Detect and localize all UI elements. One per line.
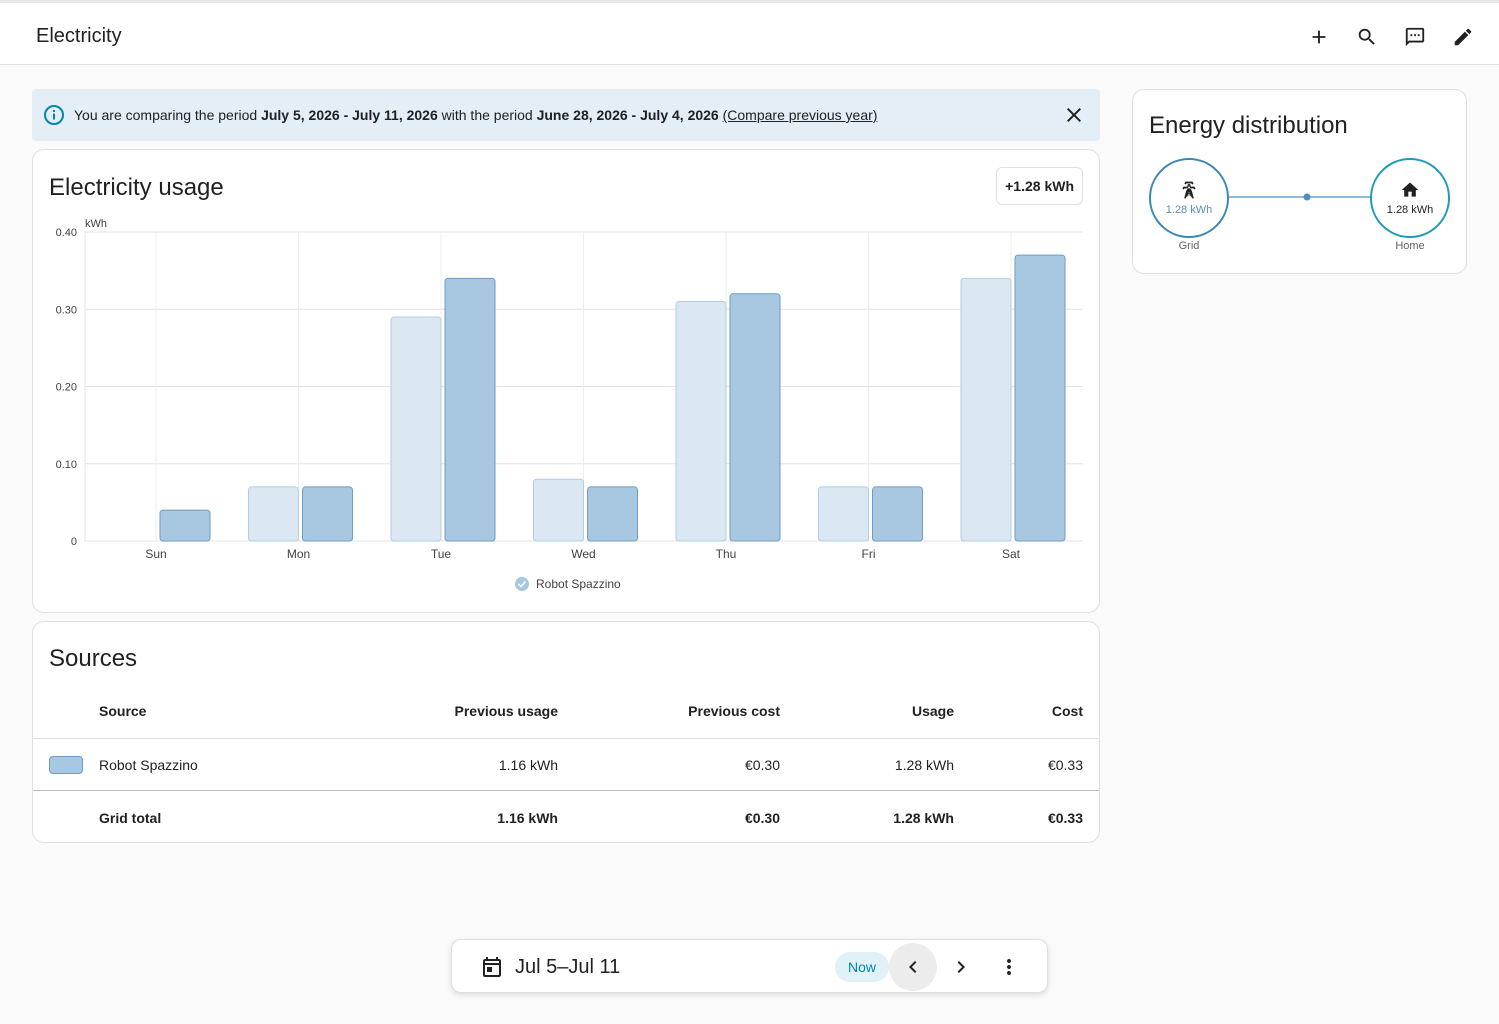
x-tick-label: Fri [862,547,876,561]
alert-prefix: You are comparing the period [74,107,262,123]
dots-vertical-icon [1007,959,1011,975]
chevron-right-icon [957,961,965,973]
x-tick-label: Sat [1002,547,1021,561]
home-value: 1.28 kWh [1386,204,1434,216]
col-source: Source [99,703,147,719]
y-tick-label: 0.10 [56,459,77,471]
bar-current [159,509,211,542]
grid-node[interactable]: 1.28 kWh [1149,158,1229,238]
search-icon [1358,28,1375,45]
more-options-button[interactable] [985,943,1033,991]
sources-title: Sources [49,645,138,672]
usage: 1.28 kWh [894,757,954,773]
plus-icon [1312,30,1326,44]
energy-distribution-card: Energy distribution 1.28 kWh Grid 1.28 k… [1132,89,1467,274]
alert-middle: with the period [437,107,537,123]
bar-previous [533,478,584,542]
pencil-icon [1454,28,1472,46]
y-axis-unit-label: kWh [85,218,107,230]
compare-previous-year-link[interactable]: (Compare previous year) [723,107,878,123]
usage-bar-chart: 0 0.10 0.20 0.30 0.40 kWh Sun Mon Tue Wed Thu Fri Sa… [56,218,1083,591]
col-usage: Usage [911,703,954,719]
now-button[interactable]: Now [835,952,889,982]
table-total-row: Grid total 1.16 kWh €0.30 1.28 kWh €0.33 [33,790,1099,842]
comment-icon [1405,27,1425,47]
grid-label: Grid [1178,240,1200,252]
date-picker-bar: Jul 5–Jul 11 Now [451,939,1048,993]
bar-previous [248,486,299,542]
bar-previous [675,301,727,542]
table-row: Robot Spazzino 1.16 kWh €0.30 1.28 kWh €… [33,738,1099,790]
assist-button[interactable] [1398,20,1432,54]
transmission-tower-icon [1182,181,1196,199]
total-usage: 1.28 kWh [893,810,954,826]
legend-check-icon [515,577,529,591]
close-icon[interactable] [1062,103,1086,127]
bar-previous [818,486,869,542]
search-button[interactable] [1350,20,1384,54]
total-previous-usage: 1.16 kWh [497,810,558,826]
home-node[interactable]: 1.28 kWh [1370,158,1450,238]
x-tick-label: Mon [287,547,310,561]
col-cost: Cost [1051,703,1083,719]
y-tick-label: 0 [71,536,77,548]
bar-current [1014,254,1066,542]
previous-period-button[interactable] [889,943,937,991]
top-app-bar: Electricity [0,0,1499,65]
x-tick-label: Tue [431,547,452,561]
sources-card: Sources Source Previous usage Previous c… [32,621,1100,843]
bar-current [302,486,353,542]
legend-label: Robot Spazzino [536,577,621,591]
electricity-usage-card: Electricity usage +1.28 kWh 0 0.10 0.20 0.3… [32,149,1100,613]
add-button[interactable] [1302,20,1336,54]
col-previous-usage: Previous usage [454,703,559,719]
previous-cost: €0.30 [744,757,780,773]
flow-dot [1303,193,1311,201]
calendar-icon[interactable] [480,955,504,979]
y-tick-label: 0.40 [56,227,77,239]
page-title: Electricity [36,25,122,47]
bar-current [444,277,496,542]
bar-current [872,486,923,542]
home-icon [1401,182,1419,197]
y-tick-label: 0.20 [56,382,77,394]
alert-period: July 5, 2026 - July 11, 2026 [261,107,438,123]
total-label: Grid total [99,810,162,826]
alert-compare-period: June 28, 2026 - July 4, 2026 [536,107,719,123]
total-previous-cost: €0.30 [744,810,780,826]
x-tick-label: Sun [145,547,166,561]
x-tick-label: Thu [716,547,737,561]
next-period-button[interactable] [937,943,985,991]
col-previous-cost: Previous cost [688,703,780,719]
info-icon [44,105,64,125]
bar-previous [960,277,1012,542]
home-label: Home [1395,240,1425,252]
source-color-swatch [49,756,83,774]
bar-previous [390,316,442,542]
date-range-label[interactable]: Jul 5–Jul 11 [515,956,620,979]
source-name: Robot Spazzino [99,757,198,773]
grid-value: 1.28 kWh [1165,204,1213,216]
chevron-left-icon [909,961,917,973]
bar-current [729,293,781,542]
y-tick-label: 0.30 [56,304,77,316]
alert-text: You are comparing the period July 5, 202… [74,107,877,123]
compare-alert: You are comparing the period July 5, 202… [32,89,1100,141]
sources-table-header: Source Previous usage Previous cost Usag… [33,703,1099,737]
previous-usage: 1.16 kWh [498,757,558,773]
bar-current [587,486,638,542]
top-divider [0,0,1499,3]
edit-button[interactable] [1446,20,1480,54]
x-tick-label: Wed [571,547,595,561]
cost: €0.33 [1047,757,1083,773]
total-cost: €0.33 [1047,810,1083,826]
